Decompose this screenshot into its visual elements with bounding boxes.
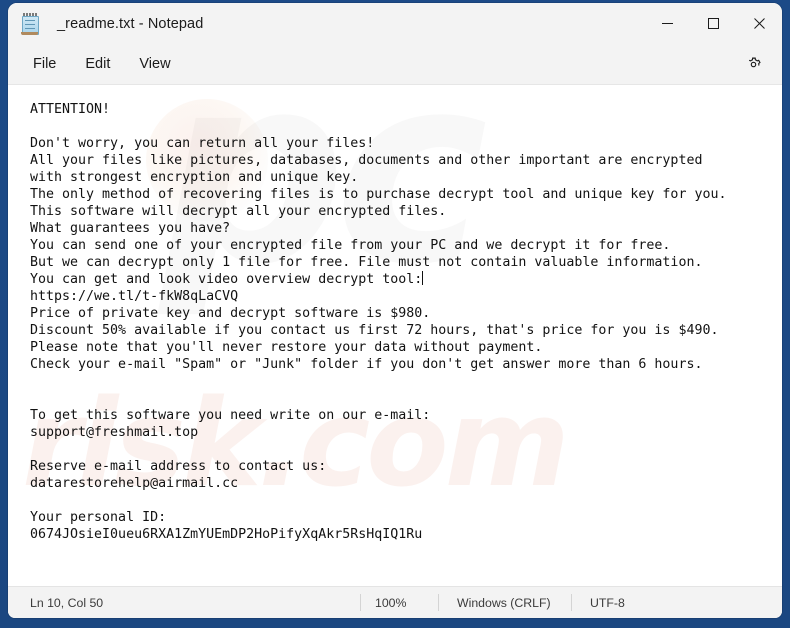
editor-content-after-caret: https://we.tl/t-fkW8qLaCVQ Price of priv… [30,289,719,542]
text-caret [422,271,424,285]
minimize-button[interactable] [644,3,690,44]
close-button[interactable] [736,3,782,44]
menu-item-file[interactable]: File [22,51,67,77]
window-title: _readme.txt - Notepad [57,15,204,32]
notepad-icon [20,12,40,35]
status-bar: Ln 10, Col 50 100% Windows (CRLF) UTF-8 [8,586,782,618]
status-cursor-position: Ln 10, Col 50 [30,595,104,610]
text-editor-area[interactable]: pc risk.com ATTENTION! Don't worry, you … [8,85,782,586]
maximize-button[interactable] [690,3,736,44]
notepad-window: _readme.txt - Notepad File Edit View pc … [8,3,782,618]
status-zoom-level[interactable]: 100% [360,594,438,611]
menu-item-view[interactable]: View [128,51,181,77]
menu-bar: File Edit View [8,44,782,85]
editor-content[interactable]: ATTENTION! Don't worry, you can return a… [8,85,782,543]
gear-icon[interactable] [738,49,768,79]
window-controls [644,3,782,44]
status-line-ending[interactable]: Windows (CRLF) [438,594,571,611]
menu-item-edit[interactable]: Edit [74,51,121,77]
title-bar[interactable]: _readme.txt - Notepad [8,3,782,44]
editor-content-before-caret: ATTENTION! Don't worry, you can return a… [30,102,727,287]
status-encoding[interactable]: UTF-8 [571,594,639,611]
